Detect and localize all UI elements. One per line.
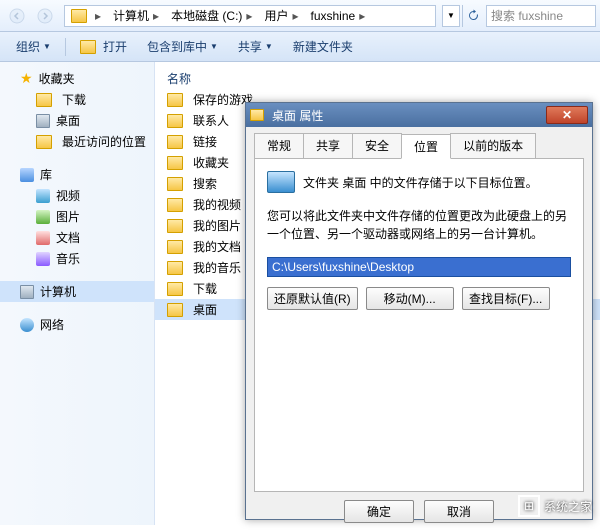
sidebar-item-downloads[interactable]: 下载: [0, 89, 154, 110]
sidebar-libraries[interactable]: 库: [0, 164, 154, 185]
folder-icon: [167, 240, 183, 254]
folder-icon: [167, 93, 183, 107]
organize-button[interactable]: 组织▼: [8, 35, 59, 58]
refresh-button[interactable]: [462, 5, 484, 27]
ok-button[interactable]: 确定: [344, 500, 414, 523]
folder-icon: [167, 282, 183, 296]
folder-icon: [167, 135, 183, 149]
picture-icon: [36, 210, 50, 224]
crumb-user[interactable]: fuxshine: [310, 9, 355, 23]
folder-icon: [167, 219, 183, 233]
search-placeholder: 搜索 fuxshine: [491, 7, 563, 24]
find-target-button[interactable]: 查找目标(F)...: [462, 287, 550, 310]
sidebar-favorites[interactable]: ★收藏夹: [0, 68, 154, 89]
sidebar-item-videos[interactable]: 视频: [0, 185, 154, 206]
close-button[interactable]: ✕: [546, 106, 588, 124]
folder-icon: [167, 198, 183, 212]
folder-icon: [71, 9, 87, 23]
move-button[interactable]: 移动(M)...: [366, 287, 454, 310]
folder-icon: [167, 303, 183, 317]
path-input[interactable]: [267, 257, 571, 277]
sidebar-item-recent[interactable]: 最近访问的位置: [0, 131, 154, 152]
column-header-name[interactable]: 名称: [155, 68, 600, 89]
crumb-computer[interactable]: 计算机: [113, 7, 149, 24]
sidebar-item-desktop[interactable]: 桌面: [0, 110, 154, 131]
library-icon: [20, 168, 34, 182]
star-icon: ★: [20, 70, 33, 87]
close-icon: ✕: [562, 108, 572, 122]
cancel-button[interactable]: 取消: [424, 500, 494, 523]
tab-1[interactable]: 共享: [303, 133, 353, 158]
watermark: ⊞ 系统之家: [518, 495, 592, 517]
toolbar: 组织▼ 打开 包含到库中▼ 共享▼ 新建文件夹: [0, 32, 600, 62]
info-text-1: 文件夹 桌面 中的文件存储于以下目标位置。: [303, 174, 571, 191]
tab-2[interactable]: 安全: [352, 133, 402, 158]
folder-icon: [167, 114, 183, 128]
computer-icon: [20, 285, 34, 299]
crumb-users[interactable]: 用户: [264, 7, 288, 24]
sidebar: ★收藏夹 下载 桌面 最近访问的位置 库 视频 图片 文档 音乐 计算机 网络: [0, 62, 155, 525]
sidebar-item-documents[interactable]: 文档: [0, 227, 154, 248]
chevron-down-icon: ▼: [447, 11, 455, 20]
document-icon: [36, 231, 50, 245]
folder-icon: [250, 109, 264, 121]
video-icon: [36, 189, 50, 203]
open-button[interactable]: 打开: [72, 35, 135, 58]
restore-default-button[interactable]: 还原默认值(R): [267, 287, 358, 310]
share-button[interactable]: 共享▼: [230, 35, 281, 58]
folder-icon: [167, 156, 183, 170]
sidebar-item-music[interactable]: 音乐: [0, 248, 154, 269]
recent-icon: [36, 135, 52, 149]
include-library-button[interactable]: 包含到库中▼: [139, 35, 226, 58]
sidebar-item-pictures[interactable]: 图片: [0, 206, 154, 227]
newfolder-button[interactable]: 新建文件夹: [285, 35, 361, 58]
tab-3[interactable]: 位置: [401, 134, 451, 159]
address-bar: ▸ 计算机▸ 本地磁盘 (C:)▸ 用户▸ fuxshine▸ ▼ 搜索 fux…: [0, 0, 600, 32]
info-text-2: 您可以将此文件夹中文件存储的位置更改为此硬盘上的另一个位置、另一个驱动器或网络上…: [267, 207, 571, 243]
arrow-right-icon: [37, 8, 53, 24]
search-input[interactable]: 搜索 fuxshine: [486, 5, 596, 27]
folder-icon: [167, 261, 183, 275]
breadcrumb[interactable]: ▸ 计算机▸ 本地磁盘 (C:)▸ 用户▸ fuxshine▸: [64, 5, 436, 27]
watermark-logo-icon: ⊞: [518, 495, 540, 517]
folder-icon: [80, 40, 96, 54]
crumb-disk[interactable]: 本地磁盘 (C:): [171, 7, 242, 24]
tab-0[interactable]: 常规: [254, 133, 304, 158]
desktop-icon: [36, 114, 50, 128]
tab-location-panel: 文件夹 桌面 中的文件存储于以下目标位置。 您可以将此文件夹中文件存储的位置更改…: [254, 158, 584, 492]
folder-icon: [167, 177, 183, 191]
nav-forward-button[interactable]: [32, 3, 58, 29]
desktop-icon: [267, 171, 295, 193]
refresh-icon: [467, 9, 480, 22]
arrow-left-icon: [9, 8, 25, 24]
sidebar-computer[interactable]: 计算机: [0, 281, 154, 302]
sidebar-network[interactable]: 网络: [0, 314, 154, 335]
properties-dialog: 桌面 属性 ✕ 常规共享安全位置以前的版本 文件夹 桌面 中的文件存储于以下目标…: [245, 102, 593, 520]
history-dropdown[interactable]: ▼: [442, 5, 460, 27]
nav-back-button[interactable]: [4, 3, 30, 29]
dialog-titlebar[interactable]: 桌面 属性 ✕: [246, 103, 592, 127]
folder-icon: [36, 93, 52, 107]
dialog-title: 桌面 属性: [272, 107, 546, 124]
network-icon: [20, 318, 34, 332]
dialog-tabs: 常规共享安全位置以前的版本: [246, 127, 592, 158]
tab-4[interactable]: 以前的版本: [450, 133, 536, 158]
music-icon: [36, 252, 50, 266]
